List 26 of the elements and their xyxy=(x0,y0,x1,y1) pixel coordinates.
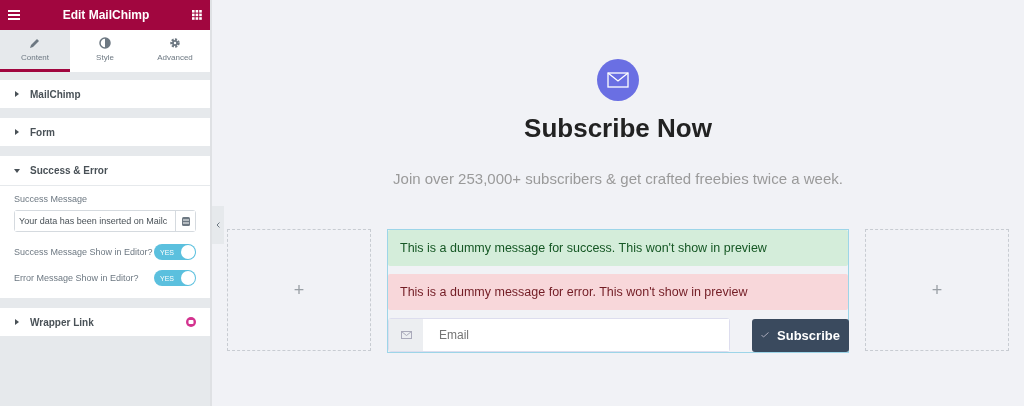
caret-down-icon xyxy=(14,167,20,174)
switch-label: Error Message Show in Editor? xyxy=(14,273,139,283)
success-message: This is a dummy message for success. This won't show in preview xyxy=(388,230,848,266)
menu-icon[interactable] xyxy=(8,10,20,20)
collapse-handle[interactable] xyxy=(212,206,224,244)
gear-icon xyxy=(169,37,181,49)
envelope-icon xyxy=(597,59,639,101)
heading: Subscribe Now xyxy=(524,113,712,144)
check-icon xyxy=(761,332,770,338)
contrast-icon xyxy=(99,37,111,49)
text-field[interactable]: Your data has been inserted on Mailc xyxy=(14,210,196,232)
panel-tab[interactable]: Content xyxy=(0,30,70,72)
panel-title: Edit MailChimp xyxy=(62,8,150,22)
email-field[interactable]: Email xyxy=(388,318,730,352)
caret-right-icon xyxy=(14,91,20,97)
pencil-icon xyxy=(29,37,41,49)
field-label: Success Message xyxy=(14,194,89,204)
envelope-icon xyxy=(400,331,412,339)
subscribe-button[interactable]: Subscribe xyxy=(752,318,849,352)
caret-right-icon xyxy=(14,129,20,135)
grid-icon[interactable] xyxy=(192,10,202,20)
error-message: This is a dummy message for error. This won't show in preview xyxy=(388,274,848,310)
database-icon[interactable] xyxy=(175,211,195,231)
caret-right-icon xyxy=(14,319,20,325)
switch-label: Success Message Show in Editor? xyxy=(14,247,153,257)
subtitle: Join over 253,000+ subscribers & get crafted freebies twice a week. xyxy=(393,170,843,187)
